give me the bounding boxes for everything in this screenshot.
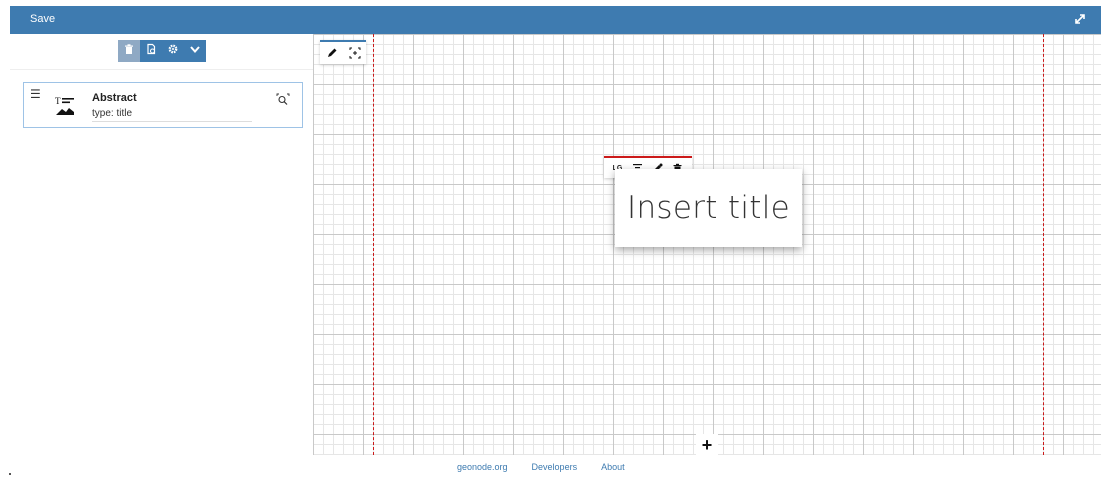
- title-section-icon: T: [54, 95, 76, 117]
- footer-link-geonode[interactable]: geonode.org: [457, 462, 508, 472]
- canvas-edit-tools: [320, 40, 366, 64]
- footer: geonode.org Developers About: [0, 455, 1101, 477]
- fit-icon[interactable]: [349, 47, 361, 59]
- layout-canvas[interactable]: LG Insert title +: [313, 34, 1101, 456]
- trash-icon: [123, 42, 135, 60]
- zoom-to-icon[interactable]: [276, 93, 290, 107]
- pencil-icon[interactable]: [326, 47, 338, 59]
- expand-options-button[interactable]: [184, 40, 206, 62]
- footer-link-developers[interactable]: Developers: [532, 462, 578, 472]
- preview-button[interactable]: [140, 40, 162, 62]
- footer-link-about[interactable]: About: [601, 462, 625, 472]
- gear-icon: [167, 42, 179, 60]
- chevron-down-icon: [189, 42, 201, 60]
- section-type: type: title: [92, 108, 252, 122]
- sidebar-toolbar: [118, 40, 206, 62]
- svg-text:T: T: [55, 96, 61, 106]
- section-card-abstract[interactable]: ☰ T Abstract type: title: [23, 82, 303, 128]
- preview-icon: [145, 42, 157, 60]
- left-margin-guide: [373, 34, 374, 455]
- footer-dot: [9, 473, 11, 475]
- expand-icon[interactable]: [1073, 12, 1087, 26]
- add-section-button[interactable]: +: [696, 434, 718, 456]
- footer-links: geonode.org Developers About: [457, 462, 625, 472]
- delete-button[interactable]: [118, 40, 140, 62]
- sidebar: ☰ T Abstract type: title: [10, 34, 313, 455]
- sidebar-divider: [10, 69, 313, 70]
- top-bar: Save: [10, 6, 1101, 34]
- section-title: Abstract: [92, 92, 137, 104]
- settings-button[interactable]: [162, 40, 184, 62]
- title-block[interactable]: Insert title: [615, 169, 802, 247]
- drag-handle-icon[interactable]: ☰: [30, 87, 41, 101]
- save-button[interactable]: Save: [30, 13, 55, 25]
- title-placeholder[interactable]: Insert title: [627, 190, 790, 226]
- right-margin-guide: [1043, 34, 1044, 455]
